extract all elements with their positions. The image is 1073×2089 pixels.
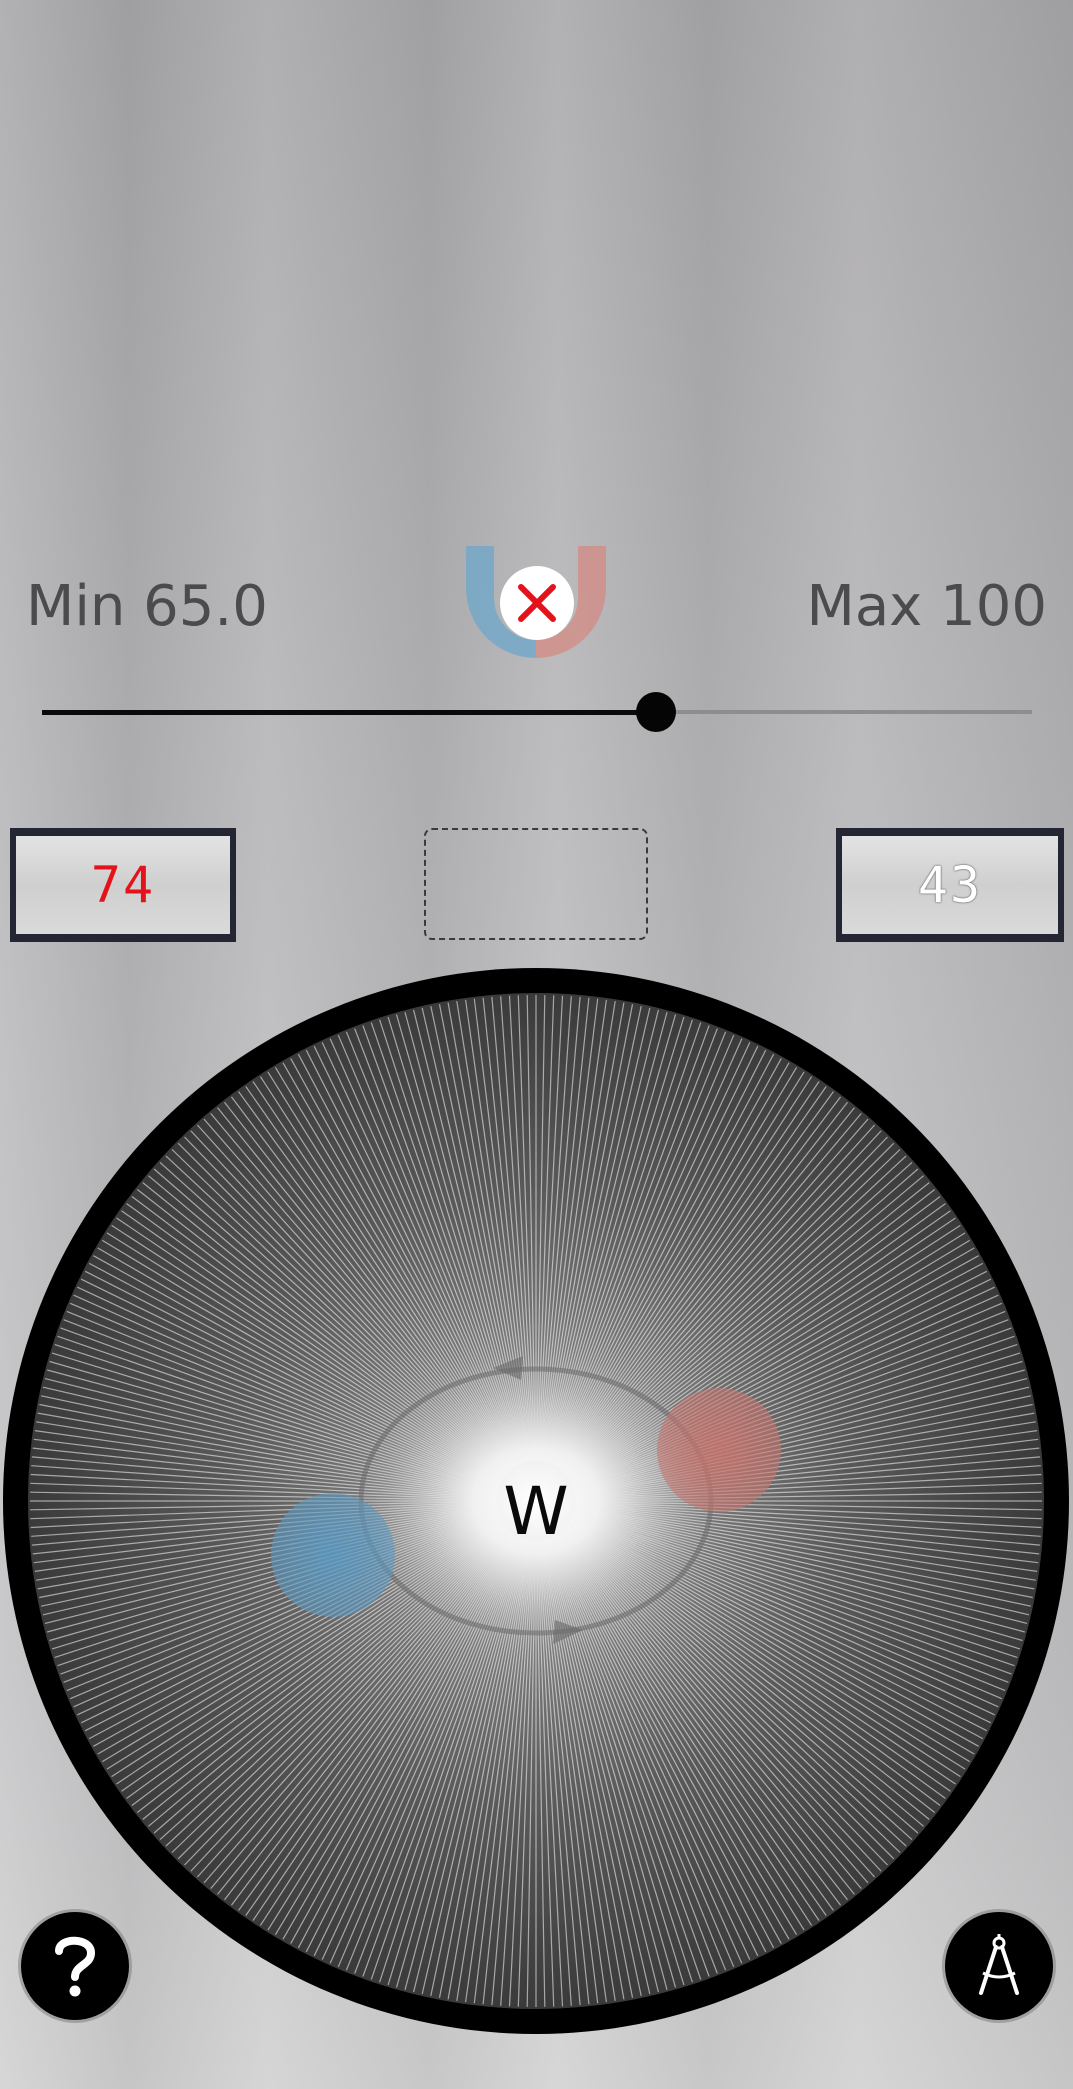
right-readout: 43 [836, 828, 1064, 942]
right-readout-value: 43 [842, 836, 1058, 934]
help-icon [55, 1936, 96, 1997]
left-readout-value: 74 [16, 836, 230, 934]
min-label: Min 65.0 [26, 574, 268, 639]
north-pole-marker [657, 1388, 781, 1512]
slider-track-filled [42, 710, 656, 715]
compass-icon [979, 1934, 1019, 1995]
calibrate-button[interactable] [945, 1912, 1053, 2020]
close-button[interactable] [500, 566, 574, 640]
south-pole-marker [271, 1493, 395, 1617]
sensitivity-slider[interactable] [42, 692, 1032, 732]
compass-dial[interactable]: W [3, 968, 1069, 2034]
slider-thumb[interactable] [636, 692, 676, 732]
help-button[interactable] [21, 1912, 129, 2020]
close-icon [518, 584, 556, 622]
slider-track-empty [656, 710, 1032, 714]
left-readout: 74 [10, 828, 236, 942]
direction-label: W [503, 1473, 568, 1550]
max-label: Max 100 [806, 574, 1047, 639]
center-readout [424, 828, 648, 940]
